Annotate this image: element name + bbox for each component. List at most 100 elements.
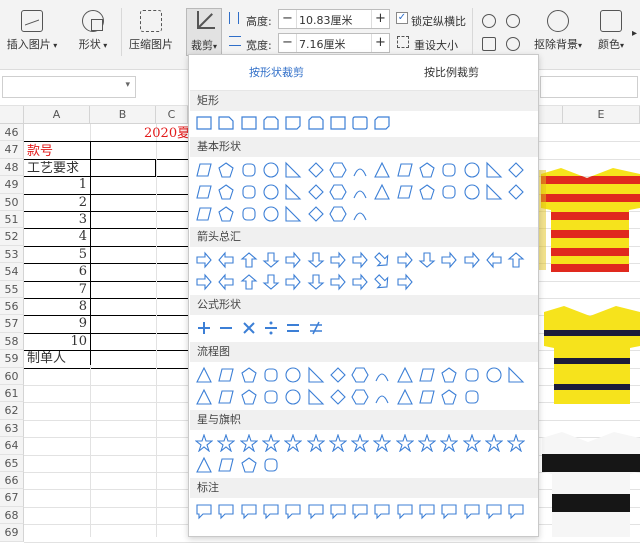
crop-shape-option[interactable] [262,366,280,384]
tab-crop-by-ratio[interactable]: 按比例裁剪 [364,55,539,91]
crop-shape-option[interactable] [284,273,302,291]
crop-shape-option[interactable] [396,366,414,384]
crop-shape-option[interactable] [240,456,258,474]
crop-shape-option[interactable] [329,388,347,406]
crop-shape-option[interactable] [373,502,391,520]
crop-shape-option[interactable] [284,319,302,337]
crop-shape-option[interactable] [262,388,280,406]
row-header[interactable]: 57 [0,315,24,333]
crop-shape-option[interactable] [463,502,481,520]
row-header[interactable]: 49 [0,176,24,194]
crop-shape-option[interactable] [373,273,391,291]
crop-shape-option[interactable] [351,183,369,201]
column-header-d[interactable] [539,106,563,124]
crop-shape-option[interactable] [329,161,347,179]
crop-shape-option[interactable] [329,251,347,269]
crop-shape-option[interactable] [373,251,391,269]
style-no-label[interactable]: 款号 [27,143,53,160]
crop-shape-option[interactable] [307,388,325,406]
row-header[interactable]: 46 [0,124,24,142]
crop-shape-option[interactable] [307,183,325,201]
crop-shape-option[interactable] [284,114,302,132]
crop-shape-option[interactable] [463,161,481,179]
ribbon-more-icon[interactable]: ▸ [632,28,637,39]
crop-shape-option[interactable] [418,161,436,179]
height-field[interactable]: − 10.83厘米 + [278,9,390,29]
crop-shape-option[interactable] [351,502,369,520]
row-header[interactable]: 64 [0,437,24,455]
crop-shape-option[interactable] [396,502,414,520]
crop-shape-option[interactable] [195,388,213,406]
lock-ratio-label[interactable]: 锁定纵横比 [411,13,466,29]
crop-shape-option[interactable] [418,502,436,520]
tab-crop-by-shape[interactable]: 按形状裁剪 [189,55,364,91]
crop-shape-option[interactable] [507,183,525,201]
crop-shape-option[interactable] [217,183,235,201]
crop-shape-option[interactable] [373,388,391,406]
title-cell[interactable]: 2020夏 [144,125,190,142]
crop-shape-option[interactable] [240,183,258,201]
crop-shape-option[interactable] [418,434,436,452]
shape-button[interactable]: 形状 ▾ [72,10,114,52]
row-header[interactable]: 51 [0,211,24,229]
crop-shape-option[interactable] [307,319,325,337]
crop-shape-option[interactable] [440,434,459,452]
crop-shape-option[interactable] [217,456,235,474]
crop-shape-option[interactable] [262,205,280,223]
insert-image-button[interactable]: 插入图片 ▾ [4,10,60,52]
crop-shape-option[interactable] [373,161,391,179]
color-button[interactable]: 颜色▾ [592,10,630,52]
crop-shape-option[interactable] [240,388,258,406]
crop-shape-option[interactable] [463,366,481,384]
crop-shape-option[interactable] [418,183,436,201]
crop-shape-option[interactable] [262,319,280,337]
crop-shape-option[interactable] [507,366,525,384]
crop-shape-option[interactable] [284,388,302,406]
crop-shape-option[interactable] [351,161,369,179]
number-cell[interactable]: 6 [27,263,87,280]
crop-shape-option[interactable] [217,273,235,291]
crop-shape-option[interactable] [217,319,235,337]
crop-shape-option[interactable] [195,502,213,520]
yellow-navy-shirt-image[interactable] [540,306,640,406]
crop-shape-option[interactable] [262,183,280,201]
width-increase-button[interactable]: + [371,34,389,52]
crop-shape-option[interactable] [351,434,370,452]
crop-shape-option[interactable] [262,502,280,520]
crop-shape-option[interactable] [485,366,503,384]
number-cell[interactable]: 8 [27,298,87,315]
height-value[interactable]: 10.83厘米 [299,12,353,28]
crop-shape-option[interactable] [396,161,414,179]
number-cell[interactable]: 1 [27,176,87,193]
crop-shape-option[interactable] [240,366,258,384]
crop-shape-option[interactable] [240,114,258,132]
crop-shape-option[interactable] [217,366,235,384]
crop-shape-option[interactable] [262,273,280,291]
rotate-icon[interactable] [482,14,496,28]
crop-shape-option[interactable] [329,502,347,520]
height-increase-button[interactable]: + [371,10,389,28]
row-header[interactable]: 59 [0,350,24,368]
row-header[interactable]: 56 [0,298,24,316]
crop-shape-option[interactable] [507,251,525,269]
crop-shape-option[interactable] [484,434,503,452]
compress-image-button[interactable]: 压缩图片 [126,10,176,52]
width-field[interactable]: − 7.16厘米 + [278,33,390,53]
crop-shape-option[interactable] [195,319,213,337]
crop-shape-option[interactable] [463,388,481,406]
effects-icon[interactable] [482,37,496,51]
crop-shape-option[interactable] [351,251,369,269]
crop-shape-option[interactable] [217,161,235,179]
crop-shape-option[interactable] [307,251,325,269]
crop-shape-option[interactable] [284,205,302,223]
row-header[interactable]: 63 [0,419,24,438]
process-req-label[interactable]: 工艺要求 [27,160,79,177]
crop-shape-option[interactable] [440,388,458,406]
row-header[interactable]: 58 [0,332,24,351]
crop-shape-option[interactable] [440,183,458,201]
crop-shape-option[interactable] [240,502,258,520]
crop-shape-option[interactable] [396,273,414,291]
crop-shape-option[interactable] [485,183,503,201]
maker-label[interactable]: 制单人 [27,350,66,367]
column-header-b[interactable]: B [90,106,156,124]
